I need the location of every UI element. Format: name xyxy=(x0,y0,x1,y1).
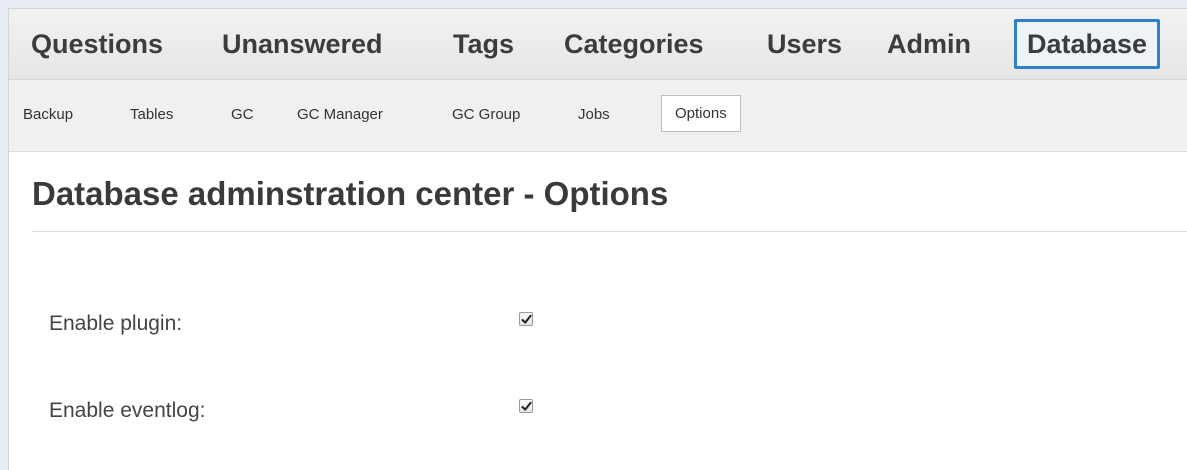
nav-users[interactable]: Users xyxy=(767,19,842,69)
page-frame: Questions Unanswered Tags Categories Use… xyxy=(8,8,1187,470)
main-navigation: Questions Unanswered Tags Categories Use… xyxy=(9,9,1187,80)
checkmark-icon xyxy=(521,314,532,324)
nav-admin[interactable]: Admin xyxy=(887,19,971,69)
subnav-options[interactable]: Options xyxy=(661,95,741,132)
enable-plugin-label: Enable plugin: xyxy=(49,312,183,335)
nav-unanswered[interactable]: Unanswered xyxy=(222,19,383,69)
nav-categories[interactable]: Categories xyxy=(564,19,704,69)
subnav-gc[interactable]: GC xyxy=(231,97,254,133)
checkmark-icon xyxy=(521,401,532,411)
enable-eventlog-label: Enable eventlog: xyxy=(49,399,206,422)
title-divider xyxy=(32,231,1187,232)
subnav-tables[interactable]: Tables xyxy=(130,97,173,133)
page-title: Database adminstration center - Options xyxy=(32,175,669,212)
sub-navigation: Backup Tables GC GC Manager GC Group Job… xyxy=(9,80,1187,152)
nav-tags[interactable]: Tags xyxy=(453,19,514,69)
subnav-gc-group[interactable]: GC Group xyxy=(452,97,520,133)
enable-eventlog-checkbox[interactable] xyxy=(519,399,533,413)
nav-questions[interactable]: Questions xyxy=(31,19,163,69)
subnav-gc-manager[interactable]: GC Manager xyxy=(297,97,383,133)
subnav-backup[interactable]: Backup xyxy=(23,97,73,133)
nav-database[interactable]: Database xyxy=(1014,19,1161,69)
enable-plugin-checkbox[interactable] xyxy=(519,312,533,326)
subnav-jobs[interactable]: Jobs xyxy=(578,97,610,133)
